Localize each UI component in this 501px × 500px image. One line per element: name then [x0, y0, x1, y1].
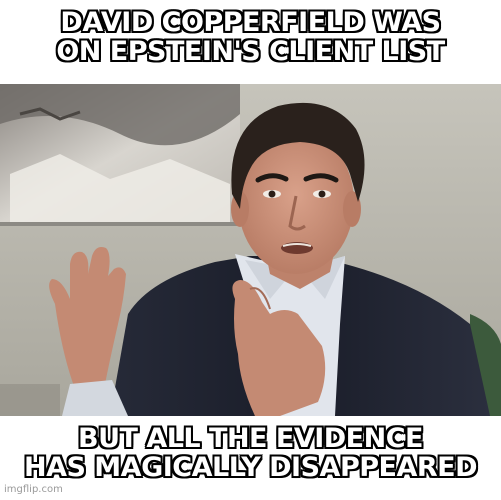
bottom-caption-line-1: BUT ALL THE EVIDENCE	[78, 423, 423, 454]
wall-artwork	[0, 84, 240, 226]
imgflip-watermark: imgflip.com	[4, 484, 63, 495]
top-caption-line-1: DAVID COPPERFIELD WAS	[60, 7, 441, 38]
bottom-caption-line-2: HAS MAGICALLY DISAPPEARED	[23, 452, 478, 483]
bottom-caption: BUT ALL THE EVIDENCE HAS MAGICALLY DISAP…	[0, 424, 501, 482]
top-caption: DAVID COPPERFIELD WAS ON EPSTEIN'S CLIEN…	[0, 8, 501, 66]
meme-photo	[0, 84, 501, 416]
meme-canvas: DAVID COPPERFIELD WAS ON EPSTEIN'S CLIEN…	[0, 0, 501, 500]
top-caption-line-2: ON EPSTEIN'S CLIENT LIST	[56, 36, 445, 67]
